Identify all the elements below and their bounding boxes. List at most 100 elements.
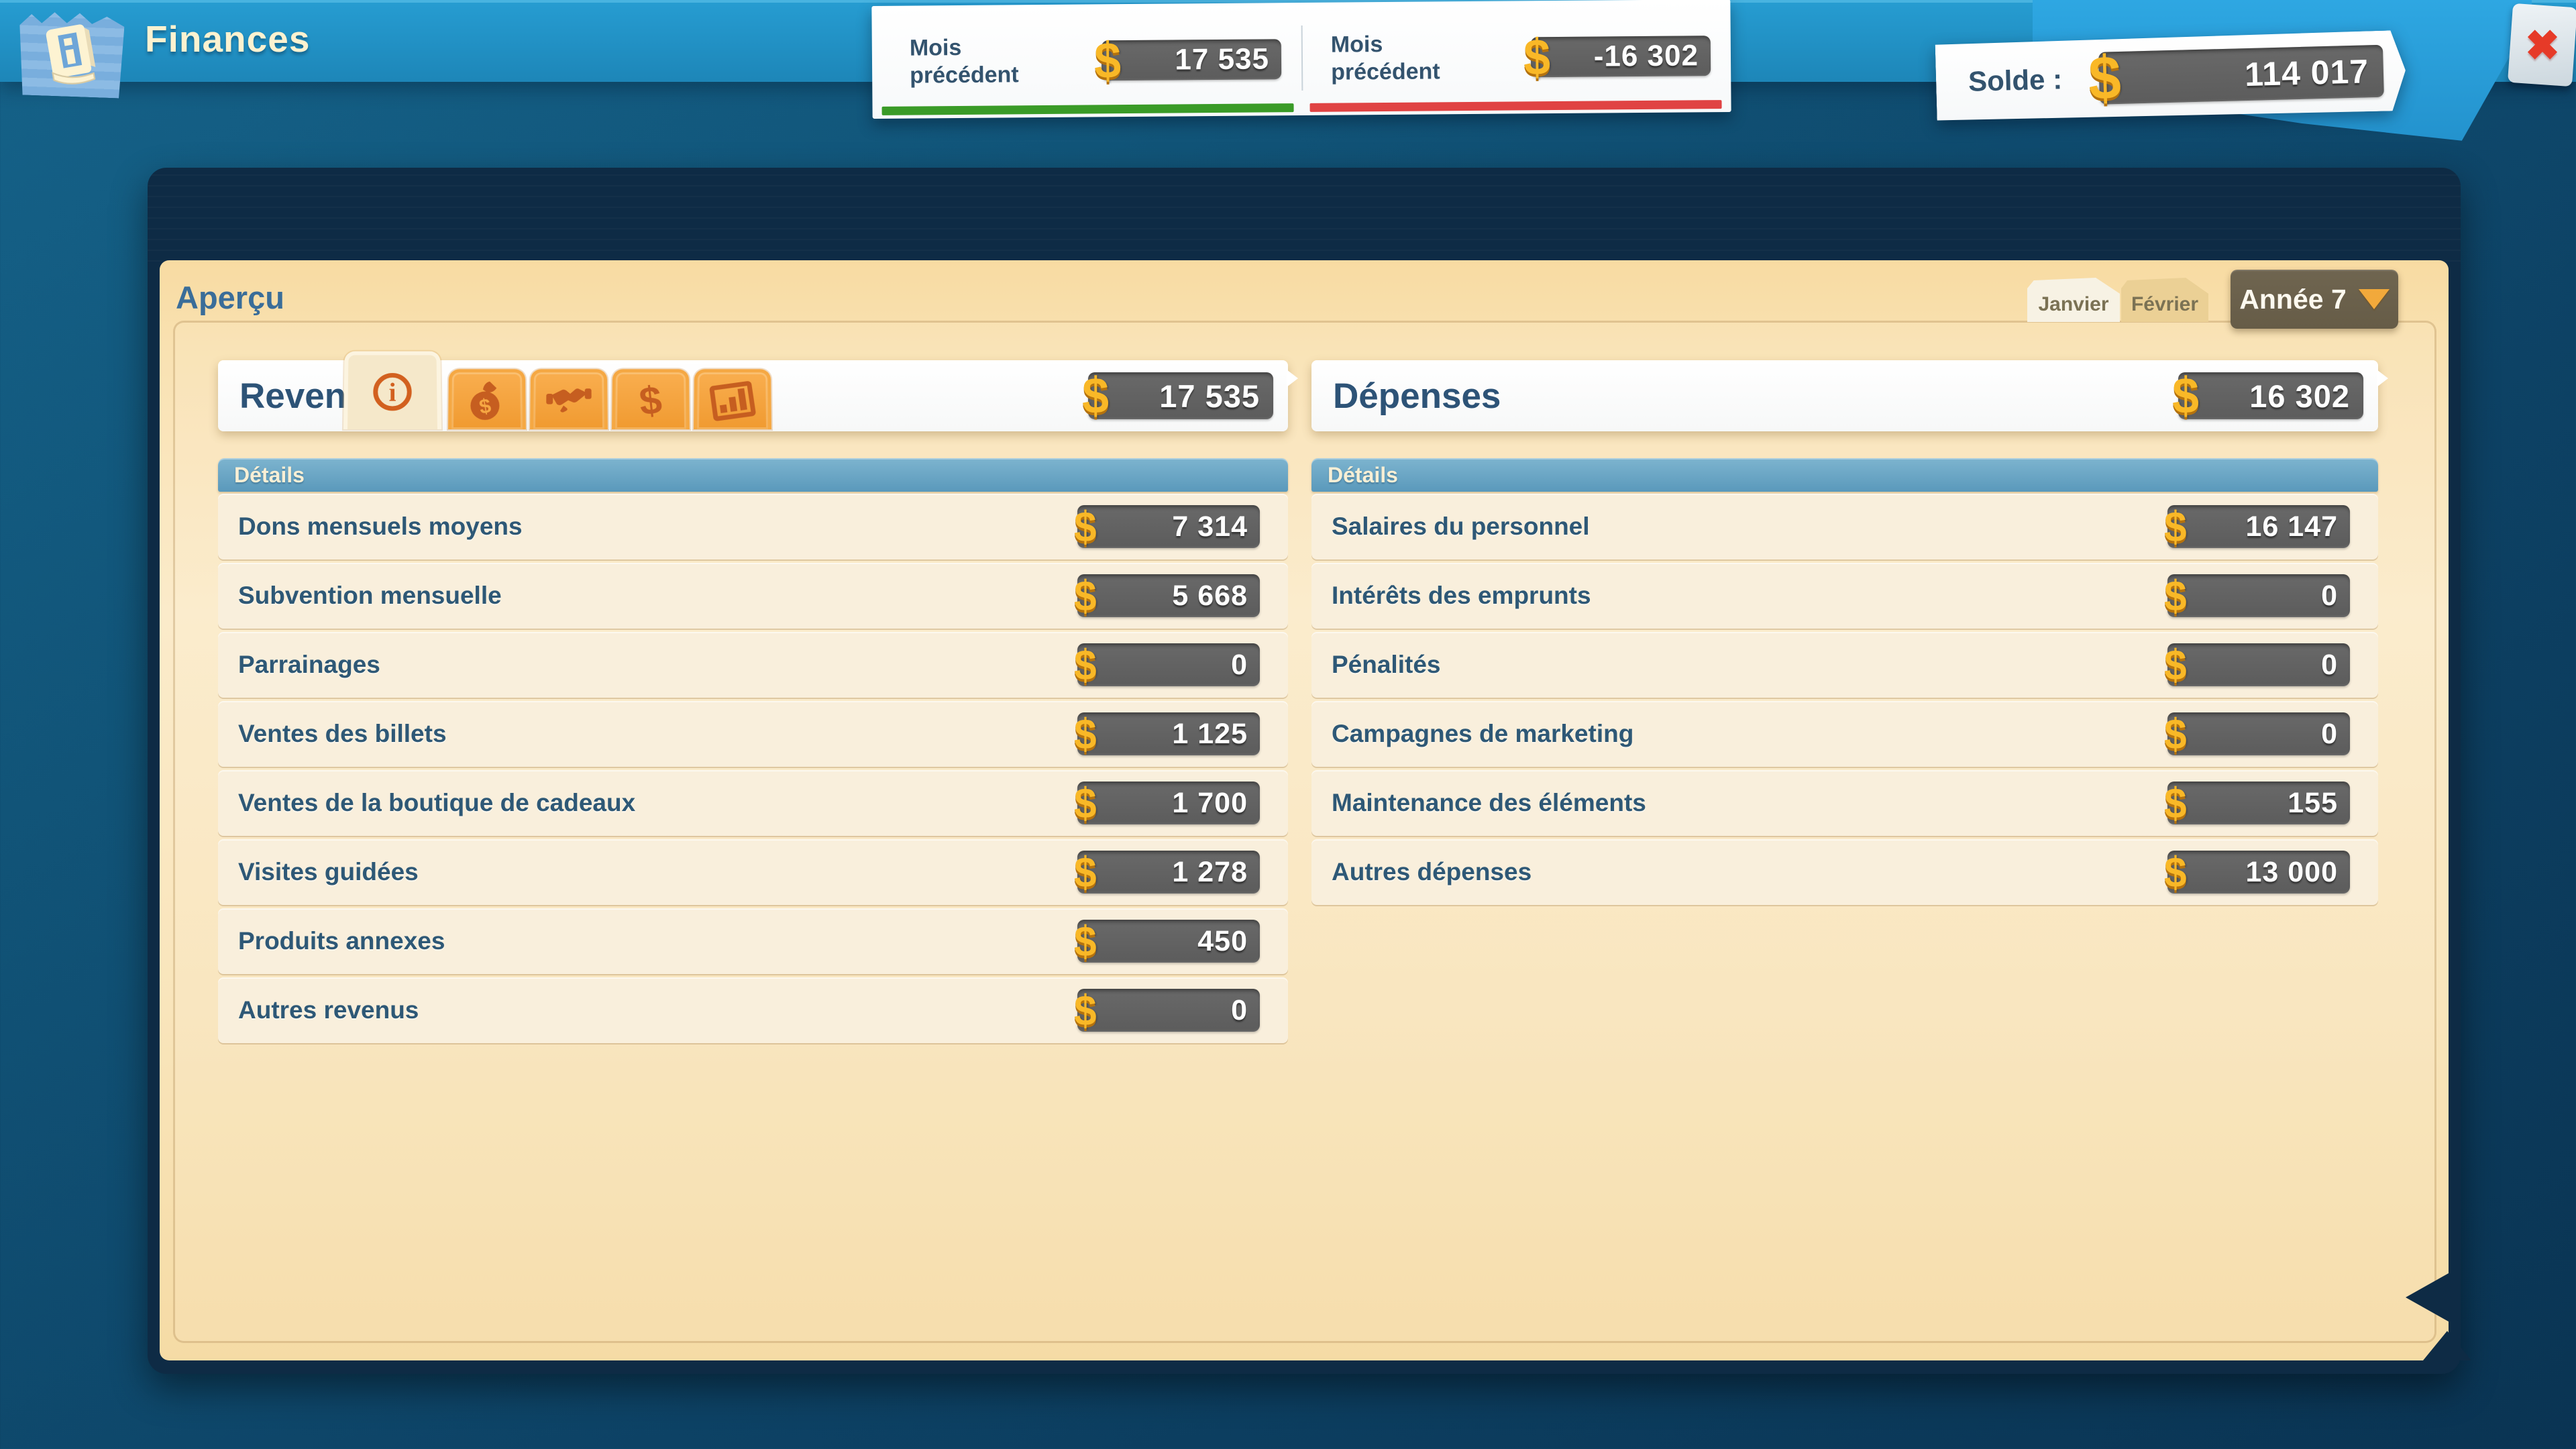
row-value: 0 (2167, 643, 2350, 686)
row-value: 13 000 (2167, 851, 2350, 894)
prev-month-income-value: 17 535 (1102, 39, 1281, 80)
chevron-down-icon (2359, 289, 2390, 309)
row-value: 1 125 (1077, 712, 1260, 755)
handshake-icon (546, 386, 592, 416)
expense-negative-bar (1310, 100, 1722, 112)
expenses-rows: Salaires du personnel $ 16 147 Intérêts … (1311, 494, 2378, 905)
dollar-icon: $ (637, 377, 664, 424)
row-label: Autres revenus (238, 996, 1073, 1024)
row-value: 0 (2167, 712, 2350, 755)
tab-sponsorship[interactable] (530, 369, 608, 429)
panel-corner-notch-icon (2423, 1331, 2471, 1360)
dollar-icon: $ (1074, 640, 1096, 690)
expenses-total: 16 302 (2178, 372, 2363, 419)
dollar-icon: $ (1074, 916, 1096, 966)
ledger-book-icon (33, 12, 109, 94)
table-row: Autres revenus $ 0 (218, 977, 1288, 1043)
dollar-icon: $ (2164, 709, 2186, 759)
row-label: Ventes de la boutique de cadeaux (238, 789, 1073, 817)
prev-month-expense-card: Mois précédent $ -16 302 (1301, 0, 1731, 115)
dollar-icon: $ (1074, 778, 1096, 828)
panel-corner-notch-icon (2406, 1273, 2449, 1322)
row-label: Pénalités (1332, 651, 2163, 679)
previous-months-banner: Mois précédent $ 17 535 Mois précédent $… (871, 0, 1731, 119)
month-tab-janvier[interactable]: Janvier (2027, 278, 2120, 322)
expenses-column: Dépenses $ 16 302 Détails Salaires du pe… (1311, 360, 2378, 908)
info-icon: i (373, 373, 412, 411)
dollar-icon: $ (2088, 42, 2122, 113)
month-tab-fevrier[interactable]: Février (2121, 278, 2208, 322)
row-label: Subvention mensuelle (238, 582, 1073, 610)
dollar-icon: $ (1082, 367, 1109, 425)
balance-value: 114 017 (2098, 45, 2384, 105)
prev-month-expense-label: Mois précédent (1331, 30, 1476, 87)
tab-finance[interactable]: $ (612, 369, 690, 429)
finances-screen: Finances Mois précédent $ 17 535 Mois pr… (0, 0, 2576, 1449)
expenses-header-card: Dépenses $ 16 302 (1311, 360, 2378, 431)
dollar-icon: $ (1523, 28, 1550, 87)
row-label: Dons mensuels moyens (238, 513, 1073, 541)
row-value: 0 (1077, 989, 1260, 1032)
table-row: Produits annexes $ 450 (218, 908, 1288, 974)
dollar-icon: $ (2164, 502, 2186, 551)
table-row: Visites guidées $ 1 278 (218, 839, 1288, 905)
table-row: Salaires du personnel $ 16 147 (1311, 494, 2378, 559)
dollar-icon: $ (2164, 640, 2186, 690)
table-row: Intérêts des emprunts $ 0 (1311, 563, 2378, 629)
row-label: Ventes des billets (238, 720, 1073, 748)
row-value: 450 (1077, 920, 1260, 963)
table-row: Pénalités $ 0 (1311, 632, 2378, 698)
row-label: Visites guidées (238, 858, 1073, 886)
expenses-details-header: Détails (1311, 458, 2378, 492)
row-value: 1 700 (1077, 782, 1260, 824)
row-value: 0 (2167, 574, 2350, 617)
dollar-icon: $ (1074, 847, 1096, 897)
revenues-column: Revenus $ 17 535 Détails Dons mensuels m… (218, 360, 1288, 1046)
row-value: 7 314 (1077, 505, 1260, 548)
row-label: Maintenance des éléments (1332, 789, 2163, 817)
table-row: Ventes des billets $ 1 125 (218, 701, 1288, 767)
expenses-title: Dépenses (1333, 376, 2171, 417)
balance-banner: Solde : $ 114 017 (1935, 30, 2407, 123)
dollar-icon: $ (1074, 502, 1096, 551)
row-label: Intérêts des emprunts (1332, 582, 2163, 610)
dollar-icon: $ (2164, 847, 2186, 897)
table-row: Parrainages $ 0 (218, 632, 1288, 698)
panel-title: Aperçu (176, 279, 284, 316)
table-row: Campagnes de marketing $ 0 (1311, 701, 2378, 767)
table-row: Ventes de la boutique de cadeaux $ 1 700 (218, 770, 1288, 836)
dollar-icon: $ (2172, 367, 2199, 425)
tab-charts[interactable] (694, 369, 771, 429)
dollar-icon: $ (2164, 778, 2186, 828)
year-dropdown[interactable]: Année 7 (2231, 270, 2398, 329)
page-title: Finances (145, 17, 310, 60)
row-label: Salaires du personnel (1332, 513, 2163, 541)
balance-label: Solde : (1968, 63, 2062, 98)
row-value: 16 147 (2167, 505, 2350, 548)
revenues-total: 17 535 (1088, 372, 1273, 419)
prev-month-income-card: Mois précédent $ 17 535 (871, 3, 1301, 119)
dollar-icon: $ (1094, 32, 1121, 90)
table-row: Dons mensuels moyens $ 7 314 (218, 494, 1288, 559)
row-label: Parrainages (238, 651, 1073, 679)
prev-month-income-label: Mois précédent (910, 34, 1055, 90)
tab-donations[interactable]: $ (448, 369, 526, 429)
row-label: Autres dépenses (1332, 858, 2163, 886)
dollar-icon: $ (1074, 985, 1096, 1035)
tab-overview[interactable]: i (343, 352, 441, 429)
table-row: Subvention mensuelle $ 5 668 (218, 563, 1288, 629)
year-dropdown-label: Année 7 (2239, 284, 2347, 315)
close-icon: ✖ (2525, 20, 2560, 69)
revenues-rows: Dons mensuels moyens $ 7 314 Subvention … (218, 494, 1288, 1043)
table-row: Maintenance des éléments $ 155 (1311, 770, 2378, 836)
revenues-details-header: Détails (218, 458, 1288, 492)
close-button[interactable]: ✖ (2508, 3, 2576, 87)
finances-book-icon (17, 7, 125, 98)
finances-window: i $ $ Ape (148, 168, 2461, 1374)
row-value: 0 (1077, 643, 1260, 686)
prev-month-expense-value: -16 302 (1531, 36, 1711, 77)
dollar-icon: $ (1074, 571, 1096, 621)
dollar-icon: $ (1074, 709, 1096, 759)
row-label: Produits annexes (238, 927, 1073, 955)
income-positive-bar (882, 103, 1294, 115)
